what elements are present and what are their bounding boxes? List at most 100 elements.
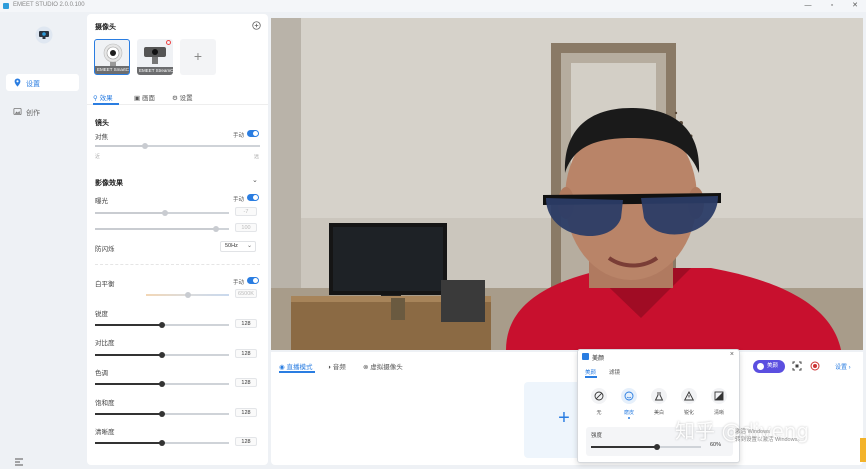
- settings-link[interactable]: 设置 ›: [835, 362, 851, 371]
- effect-label: 美白: [653, 410, 664, 416]
- white-balance-slider[interactable]: [146, 291, 229, 298]
- nav-item-settings[interactable]: 设置: [6, 74, 79, 91]
- tab-virtual-camera[interactable]: ⊗ 虚拟摄像头: [363, 361, 403, 371]
- popup-tab-indicator: [585, 376, 597, 378]
- focus-slider[interactable]: [95, 142, 260, 149]
- beauty-label: 美颜: [767, 363, 779, 369]
- effect-none[interactable]: 无: [590, 388, 608, 416]
- edge-strip: [860, 438, 866, 462]
- live-icon: ◉: [279, 364, 285, 371]
- auto-exposure-toggle[interactable]: [247, 194, 259, 201]
- add-circle-icon[interactable]: [252, 21, 261, 30]
- flicker-select[interactable]: 50Hz ⌄: [220, 241, 256, 252]
- flicker-label: 防闪烁: [95, 246, 115, 253]
- effect-smooth[interactable]: 磨皮: [620, 388, 638, 419]
- disconnected-icon: [166, 40, 171, 45]
- camera-thumb-label: EMEET SmartCam: [95, 66, 129, 74]
- bottom-panel: ◉ 直播模式 ◑ 音频 ⊗ 虚拟摄像头 + 美颜 设置 ›: [271, 352, 863, 465]
- tab-label: 音频: [332, 364, 346, 371]
- clarity-slider[interactable]: [95, 439, 229, 446]
- collapse-menu-icon[interactable]: [14, 457, 24, 467]
- tab-label: 画面: [141, 95, 155, 102]
- nav-item-label: 创作: [26, 110, 40, 117]
- beauty-app-icon: [582, 353, 589, 360]
- beauty-button[interactable]: 美颜: [753, 360, 785, 373]
- tab-effects[interactable]: ⚲ 效果: [93, 92, 113, 102]
- auto-focus-toggle[interactable]: [247, 130, 259, 137]
- effect-sharpen[interactable]: 锐化: [680, 388, 698, 416]
- clarity-value[interactable]: 128: [235, 437, 257, 446]
- camera-feed-image: [271, 18, 863, 350]
- tab-live-mode[interactable]: ◉ 直播模式: [279, 361, 312, 371]
- tab-label: 设置: [179, 95, 193, 102]
- manual-label: 手动: [233, 280, 245, 286]
- hue-value[interactable]: 128: [235, 378, 257, 387]
- warning-triangle-icon: [684, 391, 694, 401]
- minimize-icon[interactable]: —: [803, 1, 813, 11]
- manual-label: 手动: [233, 197, 245, 203]
- nav-item-create[interactable]: 创作: [6, 103, 79, 120]
- settings-link-label: 设置: [835, 365, 848, 371]
- saturation-value[interactable]: 128: [235, 408, 257, 417]
- effect-whiten[interactable]: 美白: [650, 388, 668, 416]
- virtual-camera-icon: ⊗: [363, 364, 369, 371]
- popup-tab-beauty[interactable]: 美颜: [585, 368, 596, 376]
- focus-min-label: 近: [95, 154, 101, 160]
- tab-settings[interactable]: ⚙ 设置: [172, 92, 193, 102]
- contrast-value[interactable]: 128: [235, 349, 257, 358]
- sharpness-value[interactable]: 128: [235, 319, 257, 328]
- chevron-down-icon: ⌄: [246, 243, 252, 249]
- flicker-value: 50Hz: [225, 243, 238, 249]
- exposure-value[interactable]: -7: [235, 207, 257, 216]
- webcam-icon: [103, 43, 123, 66]
- webcam-logo-icon: [35, 26, 53, 44]
- tab-frame[interactable]: ▣ 画面: [134, 92, 155, 102]
- tab-audio[interactable]: ◑ 音频: [327, 361, 346, 371]
- camera-thumb-2[interactable]: EMEET StreamCam: [137, 39, 173, 75]
- tab-label: 虚拟摄像头: [370, 364, 403, 371]
- white-balance-label: 白平衡: [95, 281, 115, 288]
- settings-panel: 摄像头 EMEET SmartCam EMEET StreamCam + ⚲ 效…: [87, 14, 268, 465]
- effect-clarity[interactable]: 清晰: [710, 388, 728, 416]
- audio-icon: ◑: [327, 364, 331, 371]
- app-icon: [3, 3, 9, 9]
- panel-tabs: ⚲ 效果 ▣ 画面 ⚙ 设置: [87, 89, 268, 105]
- popup-tab-filter[interactable]: 滤镜: [609, 368, 620, 376]
- sharpness-slider[interactable]: [95, 321, 229, 328]
- window-title: EMEET STUDIO 2.0.0.100: [13, 2, 85, 8]
- strength-label: 强度: [591, 433, 603, 439]
- strength-slider[interactable]: [591, 443, 701, 450]
- lens-title: 镜头: [95, 120, 109, 127]
- saturation-label: 饱和度: [95, 400, 115, 407]
- webcam-icon: [144, 47, 166, 64]
- popup-title: 美颜: [592, 356, 605, 362]
- active-tab-indicator: [279, 371, 315, 373]
- saturation-slider[interactable]: [95, 410, 229, 417]
- smile-face-icon: [624, 391, 634, 401]
- none-icon: [594, 391, 604, 401]
- left-nav: 设置 创作: [0, 12, 87, 469]
- video-preview: [271, 18, 863, 350]
- maximize-icon[interactable]: ▫: [827, 1, 837, 11]
- exposure-slider[interactable]: [95, 209, 229, 216]
- auto-white-balance-toggle[interactable]: [247, 277, 259, 284]
- hue-slider[interactable]: [95, 380, 229, 387]
- fullscreen-icon[interactable]: [792, 361, 802, 371]
- frame-icon: ▣: [134, 95, 141, 102]
- tab-label: 直播模式: [286, 364, 313, 371]
- exposure-label: 曝光: [95, 198, 108, 205]
- chevron-down-icon[interactable]: ⌄: [252, 176, 258, 184]
- popup-close-icon[interactable]: ×: [730, 351, 734, 358]
- focus-label: 对焦: [95, 134, 108, 141]
- camera-thumb-1[interactable]: EMEET SmartCam: [94, 39, 130, 75]
- record-icon[interactable]: [810, 361, 820, 371]
- activate-windows-notice: 激活 Windows 转到设置以激活 Windows。: [735, 428, 803, 444]
- contrast-slider[interactable]: [95, 351, 229, 358]
- sharpness-label: 锐度: [95, 311, 108, 318]
- add-camera-button[interactable]: +: [180, 39, 216, 75]
- exposure-compensation-slider[interactable]: [95, 225, 229, 232]
- close-icon[interactable]: ✕: [850, 1, 860, 11]
- white-balance-value[interactable]: 6500K: [235, 289, 257, 298]
- exposure-compensation-value[interactable]: 100: [235, 223, 257, 232]
- manual-label: 手动: [233, 133, 245, 139]
